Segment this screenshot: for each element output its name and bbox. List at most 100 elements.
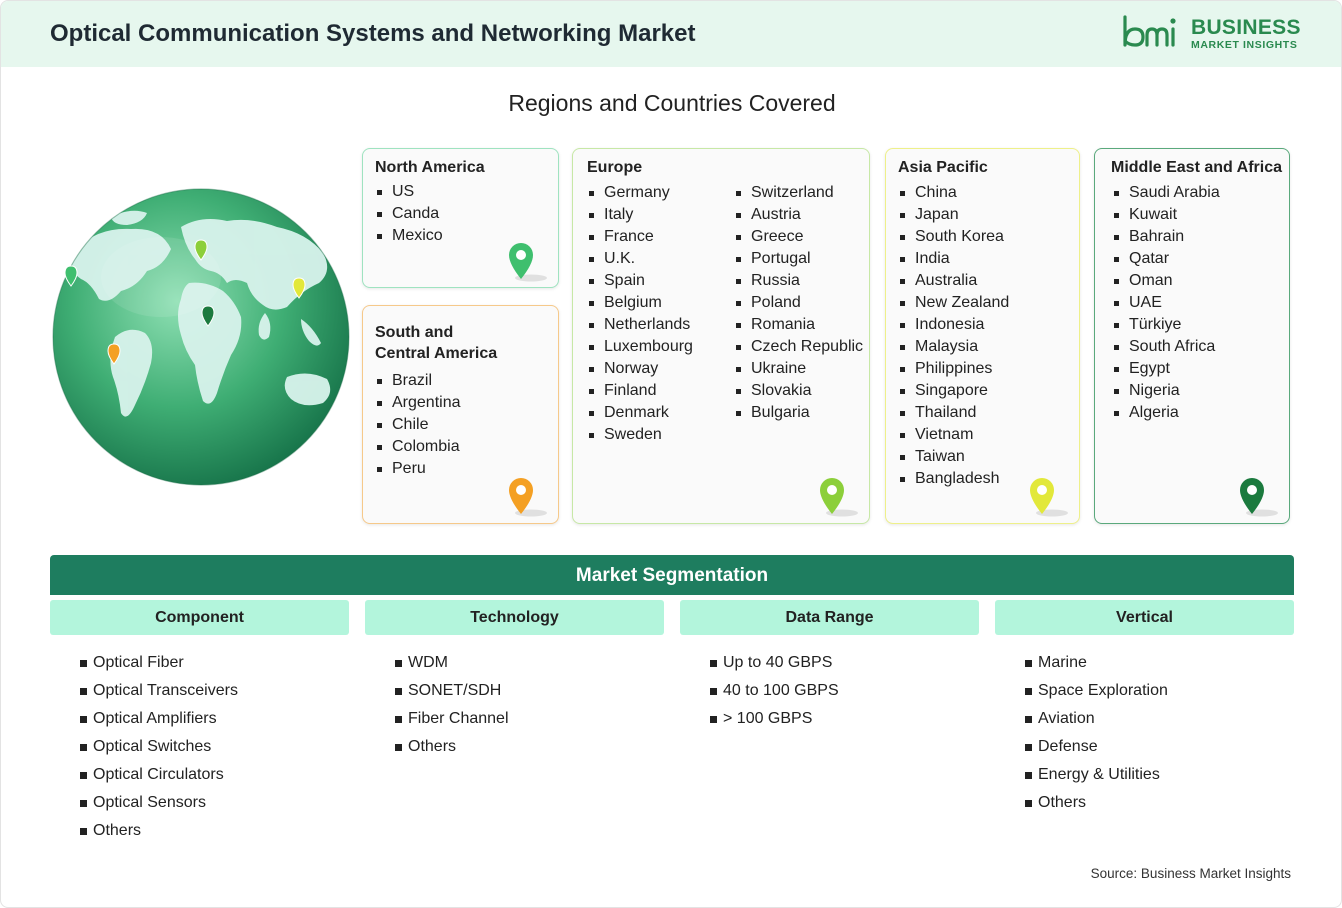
map-pin-icon	[509, 243, 547, 282]
country-list: US Canda Mexico	[375, 181, 443, 247]
list-item: Argentina	[375, 392, 461, 414]
region-title: Asia Pacific	[898, 159, 988, 176]
segment-list-component: Optical Fiber Optical Transceivers Optic…	[80, 649, 238, 845]
list-item: Czech Republic	[734, 336, 863, 358]
segment-list-vertical: Marine Space Exploration Aviation Defens…	[1025, 649, 1168, 817]
list-item: Denmark	[587, 402, 693, 424]
segmentation-header: Market Segmentation	[50, 555, 1294, 595]
list-item: China	[898, 182, 1009, 204]
list-item: 40 to 100 GBPS	[710, 677, 839, 705]
list-item: Germany	[587, 182, 693, 204]
list-item: Sweden	[587, 424, 693, 446]
list-item: Ukraine	[734, 358, 863, 380]
list-item: Chile	[375, 414, 461, 436]
region-title: Middle East and Africa	[1111, 159, 1282, 176]
list-item: Japan	[898, 204, 1009, 226]
country-list-col2: Switzerland Austria Greece Portugal Russ…	[734, 182, 863, 424]
region-title-line2: Central America	[375, 345, 498, 362]
segment-list-technology: WDM SONET/SDH Fiber Channel Others	[395, 649, 509, 761]
source-note: Source: Business Market Insights	[1090, 866, 1291, 881]
list-item: Spain	[587, 270, 693, 292]
region-card-north-america: North America US Canda Mexico	[362, 148, 559, 288]
list-item: WDM	[395, 649, 509, 677]
list-item: Bangladesh	[898, 468, 1009, 490]
list-item: Algeria	[1112, 402, 1220, 424]
bmi-logo-mark	[1123, 15, 1176, 47]
list-item: Kuwait	[1112, 204, 1220, 226]
list-item: Portugal	[734, 248, 863, 270]
list-item: South Africa	[1112, 336, 1220, 358]
list-item: Defense	[1025, 733, 1168, 761]
list-item: Netherlands	[587, 314, 693, 336]
list-item: Vietnam	[898, 424, 1009, 446]
list-item: Egypt	[1112, 358, 1220, 380]
list-item: France	[587, 226, 693, 248]
region-title-line1: South and	[375, 324, 454, 341]
list-item: Belgium	[587, 292, 693, 314]
segment-head-technology: Technology	[365, 600, 664, 635]
list-item: Optical Circulators	[80, 761, 238, 789]
list-item: Russia	[734, 270, 863, 292]
map-pin-icon	[509, 478, 547, 517]
list-item: Taiwan	[898, 446, 1009, 468]
region-card-middle-east-africa: Middle East and Africa Saudi Arabia Kuwa…	[1094, 148, 1290, 524]
country-list-col1: Germany Italy France U.K. Spain Belgium …	[587, 182, 693, 446]
map-pin-icon	[1030, 478, 1068, 517]
list-item: Bahrain	[1112, 226, 1220, 248]
list-item: Qatar	[1112, 248, 1220, 270]
segment-head-component: Component	[50, 600, 349, 635]
region-title: Europe	[587, 159, 643, 176]
list-item: Oman	[1112, 270, 1220, 292]
region-card-asia-pacific: Asia Pacific China Japan South Korea Ind…	[885, 148, 1080, 524]
list-item: Philippines	[898, 358, 1009, 380]
list-item: Romania	[734, 314, 863, 336]
list-item: Slovakia	[734, 380, 863, 402]
list-item: Marine	[1025, 649, 1168, 677]
list-item: Poland	[734, 292, 863, 314]
list-item: Thailand	[898, 402, 1009, 424]
segment-head-data-range: Data Range	[680, 600, 979, 635]
country-list: Brazil Argentina Chile Colombia Peru	[375, 370, 461, 480]
logo-text-business: BUSINESS	[1191, 16, 1301, 39]
list-item: Fiber Channel	[395, 705, 509, 733]
list-item: Energy & Utilities	[1025, 761, 1168, 789]
list-item: Others	[395, 733, 509, 761]
list-item: Malaysia	[898, 336, 1009, 358]
list-item: Singapore	[898, 380, 1009, 402]
list-item: US	[375, 181, 443, 203]
list-item: Luxembourg	[587, 336, 693, 358]
list-item: Others	[80, 817, 238, 845]
list-item: Optical Sensors	[80, 789, 238, 817]
list-item: Brazil	[375, 370, 461, 392]
map-pin-icon	[1240, 478, 1278, 517]
region-card-europe: Europe Germany Italy France U.K. Spain B…	[572, 148, 870, 524]
list-item: South Korea	[898, 226, 1009, 248]
country-list: Saudi Arabia Kuwait Bahrain Qatar Oman U…	[1112, 182, 1220, 424]
list-item: SONET/SDH	[395, 677, 509, 705]
region-title: North America	[375, 159, 485, 176]
region-title: South and Central America	[375, 322, 497, 364]
list-item: UAE	[1112, 292, 1220, 314]
list-item: Space Exploration	[1025, 677, 1168, 705]
list-item: Optical Fiber	[80, 649, 238, 677]
list-item: Optical Switches	[80, 733, 238, 761]
list-item: Indonesia	[898, 314, 1009, 336]
list-item: Saudi Arabia	[1112, 182, 1220, 204]
section-title-regions: Regions and Countries Covered	[508, 90, 836, 116]
list-item: Finland	[587, 380, 693, 402]
logo-text-market-insights: MARKET INSIGHTS	[1191, 39, 1298, 51]
header-bar: Optical Communication Systems and Networ…	[1, 1, 1341, 67]
page-frame: Optical Communication Systems and Networ…	[0, 0, 1342, 908]
list-item: > 100 GBPS	[710, 705, 839, 733]
list-item: Nigeria	[1112, 380, 1220, 402]
list-item: Norway	[587, 358, 693, 380]
list-item: Bulgaria	[734, 402, 863, 424]
list-item: U.K.	[587, 248, 693, 270]
list-item: Canda	[375, 203, 443, 225]
list-item: Peru	[375, 458, 461, 480]
list-item: Mexico	[375, 225, 443, 247]
country-list: China Japan South Korea India Australia …	[898, 182, 1009, 490]
region-card-south-central-america: South and Central America Brazil Argenti…	[362, 305, 559, 524]
list-item: Australia	[898, 270, 1009, 292]
list-item: New Zealand	[898, 292, 1009, 314]
